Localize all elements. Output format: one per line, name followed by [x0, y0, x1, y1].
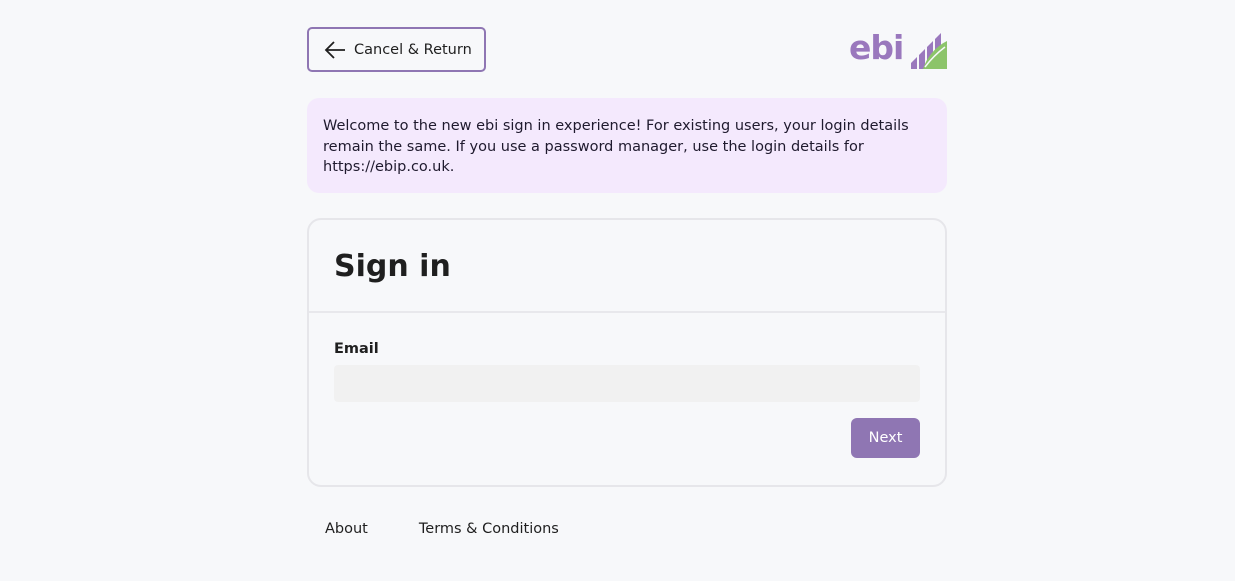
cancel-return-label: Cancel & Return: [354, 41, 472, 58]
top-bar: Cancel & Return ebi: [307, 27, 947, 72]
footer: About Terms & Conditions: [307, 521, 947, 537]
form-actions: Next: [334, 418, 920, 458]
signin-card: Sign in Email Next: [307, 218, 947, 487]
cancel-return-button[interactable]: Cancel & Return: [307, 27, 486, 72]
footer-link-terms[interactable]: Terms & Conditions: [419, 521, 559, 537]
logo-leaf-icon: [911, 33, 947, 69]
arrow-left-icon: [324, 40, 346, 59]
welcome-notice-text: Welcome to the new ebi sign in experienc…: [323, 118, 909, 175]
page-title: Sign in: [334, 249, 451, 284]
ebi-logo: ebi: [849, 28, 947, 69]
email-label: Email: [334, 341, 379, 357]
next-button[interactable]: Next: [851, 418, 920, 458]
page-container: Cancel & Return ebi Welcome to the new e…: [307, 27, 947, 537]
welcome-notice: Welcome to the new ebi sign in experienc…: [307, 98, 947, 193]
signin-card-header: Sign in: [309, 220, 945, 313]
email-field[interactable]: [334, 365, 920, 402]
footer-link-about[interactable]: About: [325, 521, 368, 537]
logo-text: ebi: [849, 28, 904, 67]
signin-form: Email Next: [309, 313, 945, 458]
